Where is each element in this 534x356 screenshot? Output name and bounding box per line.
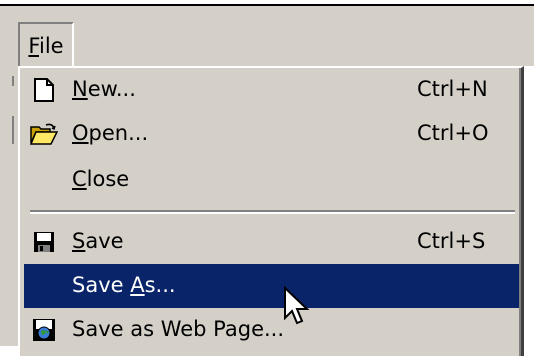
menu-item-label: Open...	[72, 121, 149, 145]
menu-item-label: Save As...	[72, 273, 176, 297]
menu-item-label: Save as Web Page...	[72, 317, 285, 341]
menu-separator	[30, 210, 515, 214]
mouse-pointer-icon	[284, 286, 310, 325]
menu-item-shortcut: Ctrl+S	[417, 229, 486, 253]
menu-item-shortcut: Ctrl+O	[417, 121, 489, 145]
menu-item-save-as[interactable]: Save As...	[24, 264, 521, 308]
file-dropdown-menu: New... Ctrl+N Open... Ctrl+O Close Save …	[18, 66, 524, 356]
file-menu[interactable]: File	[18, 22, 74, 70]
menu-item-open[interactable]: Open... Ctrl+O	[24, 112, 521, 156]
open-folder-icon	[30, 120, 58, 148]
strip-mark	[12, 116, 14, 144]
menu-item-label: Save	[72, 229, 124, 253]
strip-mark	[12, 76, 14, 86]
file-menu-label: File	[28, 34, 64, 58]
floppy-disk-icon	[30, 228, 58, 256]
menu-item-label: Close	[72, 167, 130, 191]
menu-item-close[interactable]: Close	[24, 158, 521, 202]
menu-item-label: New...	[72, 77, 136, 101]
menu-item-new[interactable]: New... Ctrl+N	[24, 68, 521, 112]
menu-bar: File	[0, 6, 534, 70]
menu-item-save[interactable]: Save Ctrl+S	[24, 220, 521, 264]
new-document-icon	[30, 76, 58, 104]
save-as-web-page-icon	[30, 316, 58, 344]
menu-item-save-as-web-page[interactable]: Save as Web Page...	[24, 308, 521, 352]
left-window-strip	[0, 66, 18, 346]
menu-item-shortcut: Ctrl+N	[417, 77, 488, 101]
